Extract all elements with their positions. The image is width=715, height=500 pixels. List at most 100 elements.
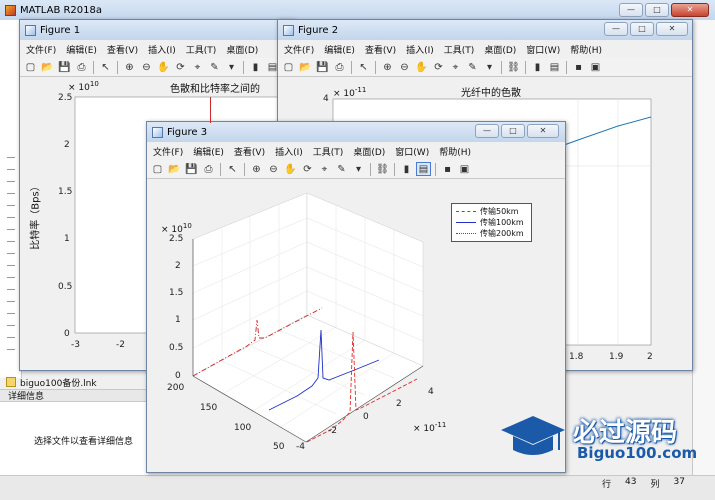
- menu-edit[interactable]: 编辑(E): [66, 43, 97, 56]
- save-icon[interactable]: 💾: [315, 60, 330, 74]
- colorbar-icon[interactable]: ▮: [530, 60, 545, 74]
- figure3-legend[interactable]: 传输50km 传输100km 传输200km: [451, 203, 532, 242]
- new-figure-icon[interactable]: ▢: [150, 162, 165, 176]
- zoom-out-icon[interactable]: ⊖: [397, 60, 412, 74]
- menu-tools[interactable]: 工具(T): [444, 43, 475, 56]
- menu-edit[interactable]: 编辑(E): [193, 145, 224, 158]
- open-file-icon[interactable]: 📂: [298, 60, 313, 74]
- figure3-x-exp-power: -11: [434, 421, 447, 429]
- print-icon[interactable]: ⎙: [74, 60, 89, 74]
- menu-view[interactable]: 查看(V): [365, 43, 396, 56]
- menu-window[interactable]: 窗口(W): [526, 43, 560, 56]
- figure1-spike-trace: [210, 97, 211, 123]
- menu-insert[interactable]: 插入(I): [275, 145, 303, 158]
- menu-desktop[interactable]: 桌面(D): [226, 43, 258, 56]
- minimize-button[interactable]: —: [619, 3, 643, 17]
- pan-icon[interactable]: ✋: [156, 60, 171, 74]
- print-icon[interactable]: ⎙: [332, 60, 347, 74]
- rotate-icon[interactable]: ⟳: [431, 60, 446, 74]
- zoom-out-icon[interactable]: ⊖: [266, 162, 281, 176]
- data-cursor-icon[interactable]: ⌖: [317, 162, 332, 176]
- open-file-icon[interactable]: 📂: [167, 162, 182, 176]
- figure3-xtick: -2: [328, 426, 337, 436]
- figure1-ytick: 2.5: [58, 93, 73, 103]
- open-file-icon[interactable]: 📂: [40, 60, 55, 74]
- hide-plot-tools-icon[interactable]: ▪: [571, 60, 586, 74]
- pointer-icon[interactable]: ↖: [225, 162, 240, 176]
- dropdown-arrow-icon[interactable]: ▾: [351, 162, 366, 176]
- print-icon[interactable]: ⎙: [201, 162, 216, 176]
- legend-icon[interactable]: ▤: [547, 60, 562, 74]
- figure1-ytick: 2: [64, 140, 70, 150]
- rotate-icon[interactable]: ⟳: [173, 60, 188, 74]
- figure3-xtick: 0: [363, 412, 369, 422]
- data-cursor-icon[interactable]: ⌖: [448, 60, 463, 74]
- rotate-icon[interactable]: ⟳: [300, 162, 315, 176]
- show-plot-tools-icon[interactable]: ▣: [588, 60, 603, 74]
- pan-icon[interactable]: ✋: [414, 60, 429, 74]
- save-icon[interactable]: 💾: [184, 162, 199, 176]
- menu-tools[interactable]: 工具(T): [313, 145, 344, 158]
- figure3-title: Figure 3: [167, 126, 208, 138]
- figure3-xtick: 4: [428, 387, 434, 397]
- brush-icon[interactable]: ✎: [334, 162, 349, 176]
- close-button[interactable]: ✕: [671, 3, 709, 17]
- menu-file[interactable]: 文件(F): [284, 43, 314, 56]
- menu-insert[interactable]: 插入(I): [148, 43, 176, 56]
- figure3-xtick: -4: [296, 442, 305, 452]
- figure1-toolbar: ▢ 📂 💾 ⎙ ↖ ⊕ ⊖ ✋ ⟳ ⌖ ✎ ▾ ▮ ▤: [20, 58, 294, 77]
- figure3-ztick: 0.5: [169, 343, 184, 353]
- pointer-icon[interactable]: ↖: [356, 60, 371, 74]
- figure1-xtick: -2: [116, 340, 125, 350]
- figure3-x-exponent: × 10-11: [413, 421, 446, 434]
- main-titlebar: MATLAB R2018a: [0, 0, 715, 20]
- new-figure-icon[interactable]: ▢: [23, 60, 38, 74]
- link-plot-icon[interactable]: ⛓: [506, 60, 521, 74]
- file-list-item[interactable]: biguo100备份.lnk: [6, 376, 146, 389]
- zoom-out-icon[interactable]: ⊖: [139, 60, 154, 74]
- maximize-button[interactable]: □: [645, 3, 669, 17]
- close-button[interactable]: ✕: [527, 124, 559, 138]
- menu-help[interactable]: 帮助(H): [570, 43, 602, 56]
- colorbar-icon[interactable]: ▮: [248, 60, 263, 74]
- data-cursor-icon[interactable]: ⌖: [190, 60, 205, 74]
- toolbar-separator: [93, 60, 94, 74]
- pointer-icon[interactable]: ↖: [98, 60, 113, 74]
- maximize-button[interactable]: □: [501, 124, 525, 138]
- menu-desktop[interactable]: 桌面(D): [353, 145, 385, 158]
- menu-edit[interactable]: 编辑(E): [324, 43, 355, 56]
- menu-file[interactable]: 文件(F): [153, 145, 183, 158]
- menu-desktop[interactable]: 桌面(D): [484, 43, 516, 56]
- maximize-button[interactable]: □: [630, 22, 654, 36]
- show-plot-tools-icon[interactable]: ▣: [457, 162, 472, 176]
- menu-tools[interactable]: 工具(T): [186, 43, 217, 56]
- menu-window[interactable]: 窗口(W): [395, 145, 429, 158]
- zoom-in-icon[interactable]: ⊕: [122, 60, 137, 74]
- menu-view[interactable]: 查看(V): [234, 145, 265, 158]
- row-label: 行: [602, 480, 612, 490]
- pan-icon[interactable]: ✋: [283, 162, 298, 176]
- minimize-button[interactable]: —: [475, 124, 499, 138]
- hide-plot-tools-icon[interactable]: ▪: [440, 162, 455, 176]
- save-icon[interactable]: 💾: [57, 60, 72, 74]
- zoom-in-icon[interactable]: ⊕: [380, 60, 395, 74]
- figure1-titlebar[interactable]: Figure 1: [20, 20, 294, 40]
- brush-icon[interactable]: ✎: [207, 60, 222, 74]
- legend-icon[interactable]: ▤: [416, 162, 431, 176]
- menu-help[interactable]: 帮助(H): [439, 145, 471, 158]
- menu-insert[interactable]: 插入(I): [406, 43, 434, 56]
- zoom-in-icon[interactable]: ⊕: [249, 162, 264, 176]
- minimize-button[interactable]: —: [604, 22, 628, 36]
- dropdown-arrow-icon[interactable]: ▾: [224, 60, 239, 74]
- toolbar-separator: [117, 60, 118, 74]
- brush-icon[interactable]: ✎: [465, 60, 480, 74]
- menu-view[interactable]: 查看(V): [107, 43, 138, 56]
- new-figure-icon[interactable]: ▢: [281, 60, 296, 74]
- menu-file[interactable]: 文件(F): [26, 43, 56, 56]
- colorbar-icon[interactable]: ▮: [399, 162, 414, 176]
- dropdown-arrow-icon[interactable]: ▾: [482, 60, 497, 74]
- close-button[interactable]: ✕: [656, 22, 688, 36]
- figure-icon: [152, 126, 163, 138]
- link-plot-icon[interactable]: ⛓: [375, 162, 390, 176]
- details-header: 详细信息: [0, 389, 148, 402]
